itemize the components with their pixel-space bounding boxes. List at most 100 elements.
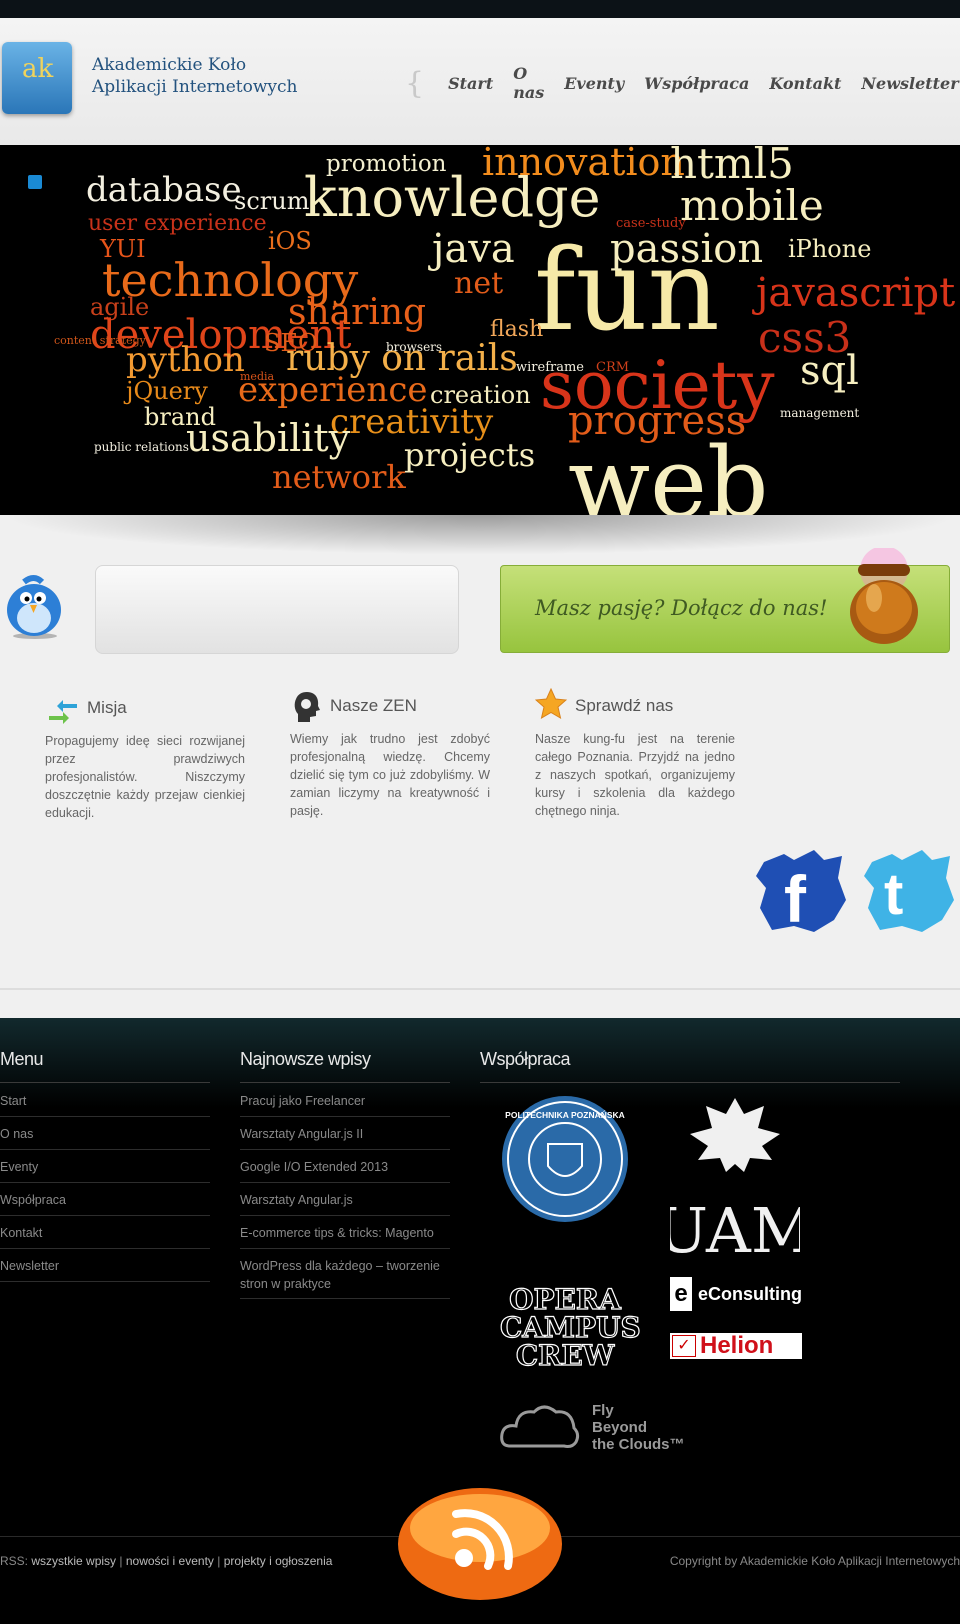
hero-word: iPhone xyxy=(788,235,872,263)
mission-title: Misja xyxy=(87,698,127,717)
footer-row-divider xyxy=(0,1248,210,1249)
footer-menu-start[interactable]: Start xyxy=(0,1092,26,1110)
helion-text: Helion xyxy=(700,1332,774,1359)
star-icon xyxy=(535,688,567,720)
fly-line3: the Clouds™ xyxy=(592,1436,685,1453)
tweet-bubble xyxy=(95,565,459,654)
crew-text: CREW xyxy=(515,1339,615,1372)
footer-posts-title-line xyxy=(240,1082,450,1083)
nav-wspolpraca[interactable]: Współpraca xyxy=(644,74,749,93)
rss-feed-icon[interactable] xyxy=(396,1484,564,1602)
hero-word: knowledge xyxy=(304,166,601,229)
head-profile-icon xyxy=(294,692,320,722)
hero-word: scrum xyxy=(234,187,310,215)
site-title-line2: Aplikacji Internetowych xyxy=(92,77,298,97)
hero-word: net xyxy=(454,266,504,301)
politechnika-poznanska-logo[interactable]: POLITECHNIKA POZNAŃSKA xyxy=(500,1094,630,1224)
facebook-icon: f xyxy=(756,850,846,936)
econsulting-text: eConsulting xyxy=(698,1283,802,1304)
hero-word: network xyxy=(272,458,406,496)
fly-line2: Beyond xyxy=(592,1419,648,1436)
footer-row-divider xyxy=(240,1215,450,1216)
exchange-arrows-icon xyxy=(49,700,77,724)
nav-brace-open: { xyxy=(405,65,425,101)
footer-row-divider xyxy=(240,1298,450,1299)
politechnika-text: POLITECHNIKA POZNAŃSKA xyxy=(505,1110,625,1120)
hero-shadow xyxy=(0,515,960,555)
footer-post-link[interactable]: Google I/O Extended 2013 xyxy=(240,1158,388,1176)
footer-menu-newsletter[interactable]: Newsletter xyxy=(0,1257,59,1275)
nav-kontakt[interactable]: Kontakt xyxy=(769,74,841,93)
hero-word: public relations xyxy=(94,440,189,454)
uam-logo[interactable]: UAM xyxy=(670,1094,800,1254)
nav-eventy[interactable]: Eventy xyxy=(564,74,624,93)
top-bar xyxy=(0,0,960,18)
hero-word: creativity xyxy=(330,402,494,442)
footer-row-divider xyxy=(0,1281,210,1282)
footer-post-link[interactable]: Pracuj jako Freelancer xyxy=(240,1092,365,1110)
opera-campus-crew-logo[interactable]: OPERA CAMPUS CREW xyxy=(499,1283,641,1372)
hero-word: html5 xyxy=(670,145,794,188)
twitter-icon: t xyxy=(864,850,954,932)
check-us-title: Sprawdź nas xyxy=(575,696,674,715)
rss-projects[interactable]: projekty i ogłoszenia xyxy=(224,1554,333,1568)
footer-post-link[interactable]: WordPress dla każdego – tworzenie stron … xyxy=(240,1257,450,1293)
fly-line1: Fly xyxy=(592,1402,614,1419)
hero-word: database xyxy=(86,170,242,210)
footer-row-divider xyxy=(0,1149,210,1150)
nav-start[interactable]: Start xyxy=(448,74,493,93)
helion-check-icon: ✓ xyxy=(672,1335,696,1357)
rss-news-events[interactable]: nowości i eventy xyxy=(126,1554,214,1568)
hero-word: jQuery xyxy=(126,377,208,405)
hero-word-cloud: promotion innovation html5 database scru… xyxy=(0,145,960,515)
nav-newsletter[interactable]: Newsletter xyxy=(861,74,958,93)
footer-menu-kontakt[interactable]: Kontakt xyxy=(0,1224,42,1242)
twitter-bird-icon xyxy=(7,575,61,639)
footer-menu-o-nas[interactable]: O nas xyxy=(0,1125,33,1143)
helion-logo[interactable]: ✓ Helion xyxy=(670,1332,802,1359)
footer-row-divider xyxy=(240,1116,450,1117)
twitter-link[interactable]: t xyxy=(862,848,956,934)
nav-o-nas[interactable]: O nas xyxy=(513,64,544,102)
rss-separator: | xyxy=(119,1554,123,1568)
hero-word: browsers xyxy=(386,340,443,354)
hero-word: web xyxy=(568,427,769,515)
footer-post-link[interactable]: Warsztaty Angular.js xyxy=(240,1191,353,1209)
footer-row-divider xyxy=(240,1182,450,1183)
check-us-text: Nasze kung-fu jest na terenie całego Poz… xyxy=(535,732,735,818)
facebook-link[interactable]: f xyxy=(754,848,848,936)
hero-word: sql xyxy=(800,348,859,394)
section-divider xyxy=(0,988,960,990)
fly-beyond-clouds-logo[interactable]: Fly Beyond the Clouds™ xyxy=(500,1400,700,1454)
footer-menu-title: Menu xyxy=(0,1049,44,1069)
logo-text: ak xyxy=(22,54,54,84)
footer-partners-title-line xyxy=(480,1082,900,1083)
opera-text: OPERA xyxy=(509,1283,622,1316)
campus-text: CAMPUS xyxy=(499,1311,641,1344)
hero-word: python xyxy=(126,340,245,380)
econsulting-badge-icon: e xyxy=(670,1277,692,1311)
rss-label: RSS: xyxy=(0,1554,29,1568)
footer-post-link[interactable]: Warsztaty Angular.js II xyxy=(240,1125,363,1143)
footer-menu-title-line xyxy=(0,1082,210,1083)
copyright: Copyright by Akademickie Koło Aplikacji … xyxy=(669,1554,960,1568)
footer-post-link[interactable]: E-commerce tips & tricks: Magento xyxy=(240,1224,434,1242)
hero-word: mobile xyxy=(680,181,824,230)
slider-indicator[interactable] xyxy=(28,175,42,189)
footer-menu-eventy[interactable]: Eventy xyxy=(0,1158,38,1176)
join-label: Masz pasję? Dołącz do nas! xyxy=(535,596,828,620)
rss-separator: | xyxy=(217,1554,221,1568)
hero-word: usability xyxy=(186,416,351,460)
econsulting-logo[interactable]: e eConsulting xyxy=(670,1276,802,1312)
facebook-letter: f xyxy=(784,862,807,934)
header: ak Akademickie Koło Aplikacji Internetow… xyxy=(0,18,960,145)
twitter-letter: t xyxy=(884,862,903,927)
footer-menu-wspolpraca[interactable]: Współpraca xyxy=(0,1191,66,1209)
main-nav: { Start O nas Eventy Współpraca Kontakt … xyxy=(405,64,960,102)
footer-row-divider xyxy=(240,1248,450,1249)
rss-all-posts[interactable]: wszystkie wpisy xyxy=(31,1554,116,1568)
uam-text: UAM xyxy=(670,1194,800,1254)
logo[interactable]: ak xyxy=(2,42,72,114)
rss-links: RSS: wszystkie wpisy | nowości i eventy … xyxy=(0,1554,332,1568)
site-title-line1: Akademickie Koło xyxy=(92,55,247,75)
